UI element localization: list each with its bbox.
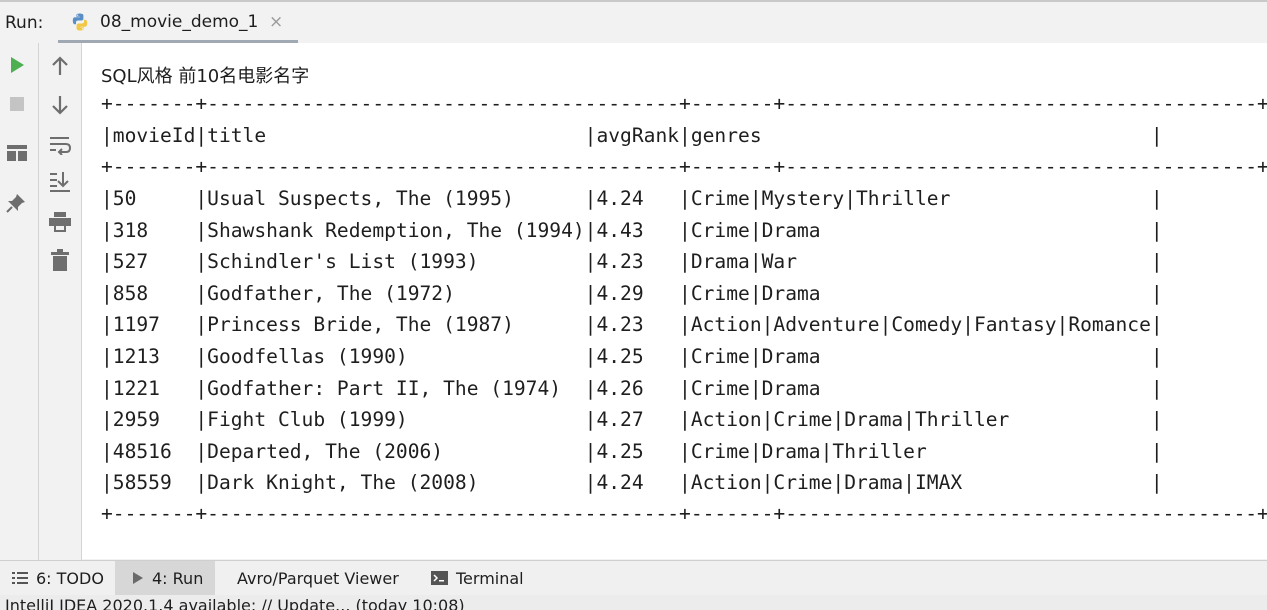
cell-genres: Crime|Mystery|Thriller: [690, 187, 1151, 210]
cell-title: Princess Bride, The (1987): [207, 313, 585, 337]
run-toolbar-secondary: [39, 43, 82, 560]
cell-movieid: 48516: [112, 439, 196, 463]
run-tool-tab-label: 4: Run: [152, 568, 204, 588]
header-movieid: movieId: [112, 124, 196, 147]
cell-genres: Action|Crime|Drama|IMAX: [690, 471, 1151, 495]
cell-title: Shawshank Redemption, The (1994): [207, 218, 585, 242]
terminal-tab[interactable]: Terminal: [431, 561, 524, 595]
stop-icon[interactable]: [4, 91, 30, 117]
avro-parquet-tab[interactable]: Avro/Parquet Viewer: [237, 561, 399, 595]
run-panel-header: Run: 08_movie_demo_1 ×: [0, 0, 1267, 43]
cell-avgrank: 4.23: [596, 250, 680, 274]
cell-avgrank: 4.23: [596, 313, 680, 337]
cell-title: Godfather: Part II, The (1974): [207, 376, 585, 400]
table-row: |527 |Schindler's List (1993) |4.23 |Dra…: [101, 250, 1163, 274]
run-tab-title: 08_movie_demo_1: [100, 12, 259, 32]
cell-movieid: 1197: [112, 313, 196, 337]
table-row: |1213 |Goodfellas (1990) |4.25 |Crime|Dr…: [101, 345, 1163, 368]
console-output[interactable]: SQL风格 前10名电影名字 +-------+----------------…: [82, 43, 1267, 559]
layout-icon[interactable]: [4, 140, 30, 166]
cell-avgrank: 4.24: [596, 471, 680, 495]
cell-movieid: 58559: [112, 471, 196, 495]
status-bar: IntelliJ IDEA 2020.1.4 available: // Upd…: [0, 595, 1267, 610]
terminal-icon: [431, 571, 448, 585]
cell-title: Usual Suspects, The (1995): [207, 187, 585, 210]
tool-window-bar: 6: TODO 4: Run Avro/Parquet Viewer Termi…: [0, 560, 1267, 595]
status-text[interactable]: IntelliJ IDEA 2020.1.4 available: // Upd…: [5, 595, 465, 610]
table-header-row: |movieId|title |avgRank|genres |: [101, 124, 1163, 147]
cell-title: Goodfellas (1990): [207, 345, 585, 368]
cell-avgrank: 4.43: [596, 218, 680, 242]
run-toolbar-primary: [0, 43, 39, 560]
cell-genres: Action|Crime|Drama|Thriller: [690, 408, 1151, 432]
cell-genres: Crime|Drama: [690, 345, 1151, 368]
cell-genres: Crime|Drama: [690, 281, 1151, 305]
cell-movieid: 2959: [112, 408, 196, 432]
play-icon: [132, 571, 144, 585]
cell-movieid: 50: [112, 187, 196, 210]
cell-genres: Crime|Drama: [690, 218, 1151, 242]
run-label: Run:: [5, 13, 44, 33]
cell-movieid: 858: [112, 281, 196, 305]
terminal-tab-label: Terminal: [456, 568, 524, 588]
header-title: title: [207, 124, 585, 147]
down-arrow-icon[interactable]: [47, 92, 73, 118]
soft-wrap-icon[interactable]: [47, 132, 73, 158]
console-heading: SQL风格 前10名电影名字: [101, 66, 310, 87]
run-tool-tab[interactable]: 4: Run: [115, 561, 215, 595]
cell-title: Schindler's List (1993): [207, 250, 585, 274]
todo-tab[interactable]: 6: TODO: [12, 561, 104, 595]
cell-avgrank: 4.27: [596, 408, 680, 432]
pin-icon[interactable]: [3, 190, 29, 216]
table-row: |1197 |Princess Bride, The (1987) |4.23 …: [101, 313, 1163, 337]
cell-genres: Crime|Drama|Thriller: [690, 439, 1151, 463]
up-arrow-icon[interactable]: [47, 53, 73, 79]
run-tab[interactable]: 08_movie_demo_1 ×: [58, 2, 298, 43]
cell-movieid: 1213: [112, 345, 196, 368]
cell-avgrank: 4.25: [596, 345, 680, 368]
cell-avgrank: 4.25: [596, 439, 680, 463]
cell-movieid: 527: [112, 250, 196, 274]
cell-genres: Drama|War: [690, 250, 1151, 274]
cell-genres: Crime|Drama: [690, 376, 1151, 400]
header-avgrank: avgRank: [596, 124, 680, 147]
cell-genres: Action|Adventure|Comedy|Fantasy|Romance: [690, 313, 1151, 337]
cell-title: Dark Knight, The (2008): [207, 471, 585, 495]
python-icon: [70, 12, 90, 36]
todo-tab-label: 6: TODO: [36, 568, 104, 588]
table-border-bottom: +-------+-------------------------------…: [101, 502, 1267, 525]
header-genres: genres: [690, 124, 1151, 147]
cell-avgrank: 4.26: [596, 376, 680, 400]
print-icon[interactable]: [47, 209, 73, 235]
trash-icon[interactable]: [47, 247, 73, 273]
scroll-to-end-icon[interactable]: [47, 169, 73, 195]
table-border-top: +-------+-------------------------------…: [101, 92, 1267, 115]
cell-movieid: 318: [112, 218, 196, 242]
table-row: |2959 |Fight Club (1999) |4.27 |Action|C…: [101, 408, 1163, 432]
close-icon[interactable]: ×: [269, 12, 283, 32]
table-row: |48516 |Departed, The (2006) |4.25 |Crim…: [101, 439, 1163, 463]
list-icon: [12, 571, 28, 585]
cell-avgrank: 4.29: [596, 281, 680, 305]
cell-movieid: 1221: [112, 376, 196, 400]
cell-title: Godfather, The (1972): [207, 281, 585, 305]
table-row: |858 |Godfather, The (1972) |4.29 |Crime…: [101, 281, 1163, 305]
cell-title: Departed, The (2006): [207, 439, 585, 463]
table-row: |1221 |Godfather: Part II, The (1974) |4…: [101, 376, 1163, 400]
avro-parquet-tab-label: Avro/Parquet Viewer: [237, 568, 399, 588]
table-row: |58559 |Dark Knight, The (2008) |4.24 |A…: [101, 471, 1163, 495]
cell-avgrank: 4.24: [596, 187, 680, 210]
table-row: |50 |Usual Suspects, The (1995) |4.24 |C…: [101, 187, 1163, 210]
rerun-icon[interactable]: [4, 52, 30, 78]
cell-title: Fight Club (1999): [207, 408, 585, 432]
table-row: |318 |Shawshank Redemption, The (1994)|4…: [101, 218, 1163, 242]
table-border-mid: +-------+-------------------------------…: [101, 155, 1267, 178]
